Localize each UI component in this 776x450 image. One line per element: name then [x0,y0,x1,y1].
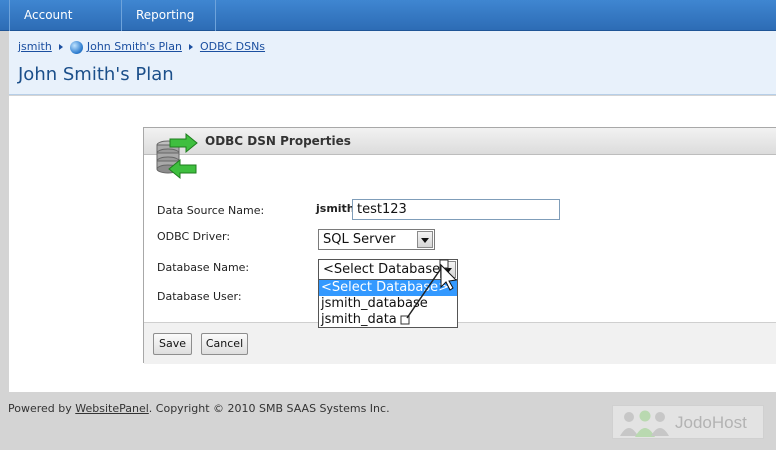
breadcrumb: jsmith John Smith's Plan ODBC DSNs [18,40,265,54]
dropdown-option[interactable]: <Select Database> [319,280,457,296]
dropdown-arrow-icon[interactable] [417,231,433,248]
breadcrumb-separator-icon [58,44,63,50]
breadcrumb-plan[interactable]: John Smith's Plan [87,40,182,53]
dropdown-option[interactable]: jsmith_data [319,312,457,328]
database-name-dropdown-list[interactable]: <Select Database> jsmith_database jsmith… [318,279,458,328]
save-button[interactable]: Save [153,333,192,355]
odbc-dsn-properties-panel: ODBC DSN Properties Data Source Name: js… [143,127,776,364]
footer-powered-by: Powered by [8,402,76,415]
panel-header: ODBC DSN Properties [144,128,776,155]
database-name-value: <Select Database> [323,262,452,277]
odbc-driver-select[interactable]: SQL Server [318,229,435,250]
people-logo-icon [620,410,669,437]
panel-title: ODBC DSN Properties [205,134,351,148]
odbc-driver-value: SQL Server [323,232,396,247]
footer-copyright: . Copyright © 2010 SMB SAAS Systems Inc. [148,402,390,415]
nav-reporting[interactable]: Reporting [122,0,216,49]
cancel-button[interactable]: Cancel [201,333,248,355]
breadcrumb-separator-icon [188,44,193,50]
data-source-name-input[interactable]: test123 [352,199,560,220]
breadcrumb-user[interactable]: jsmith [18,40,52,53]
brand-watermark: JodoHost [612,405,764,439]
dsn-prefix: jsmith [316,202,355,215]
page-title: John Smith's Plan [18,64,174,85]
dropdown-arrow-icon[interactable] [440,261,456,278]
page-footer: Powered by WebsitePanel. Copyright © 201… [8,402,390,415]
page-header: jsmith John Smith's Plan ODBC DSNs John Sm… [9,31,776,95]
brand-name: JodoHost [675,413,747,432]
database-user-label: Database User: [157,290,242,303]
data-source-name-value: test123 [357,202,407,217]
breadcrumb-odbc-dsns[interactable]: ODBC DSNs [200,40,265,53]
data-source-name-label: Data Source Name: [157,204,265,217]
dropdown-option[interactable]: jsmith_database [319,296,457,312]
footer-websitepanel-link[interactable]: WebsitePanel [75,402,149,415]
odbc-driver-label: ODBC Driver: [157,230,231,243]
database-icon [156,132,198,180]
database-name-select[interactable]: <Select Database> [318,259,458,280]
nav-account-home[interactable]: Account Home [9,0,122,53]
database-name-label: Database Name: [157,261,250,274]
nav-reporting-label: Reporting [136,8,195,22]
panel-footer: Save Cancel [144,322,776,364]
globe-icon [69,40,83,54]
top-navigation: Account Home Reporting [0,0,776,53]
app-frame: Account Home Reporting jsmith John Smith'… [0,0,776,450]
